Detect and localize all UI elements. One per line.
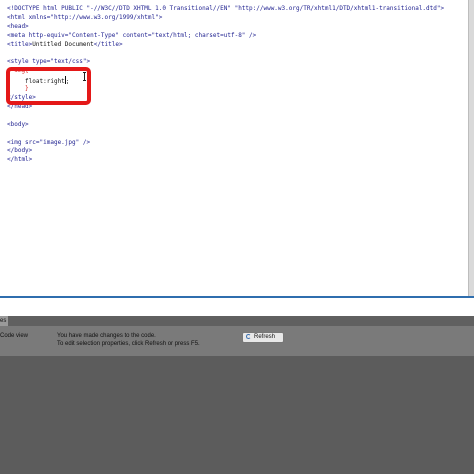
code-line[interactable]: <body> bbox=[7, 121, 29, 129]
editor-scrollbar[interactable] bbox=[468, 0, 474, 296]
code-view-label: Code view bbox=[0, 333, 29, 339]
text-cursor-icon bbox=[83, 72, 86, 81]
code-editor[interactable]: <!DOCTYPE html PUBLIC "-//W3C//DTD XHTML… bbox=[0, 0, 468, 296]
code-token: Untitled Document bbox=[32, 40, 94, 48]
properties-tab[interactable]: es bbox=[0, 316, 8, 326]
refresh-hint: To edit selection properties, click Refr… bbox=[57, 341, 200, 347]
code-line[interactable]: <head> bbox=[7, 23, 29, 31]
code-token: <meta http-equiv="Content-Type" content=… bbox=[7, 31, 257, 39]
code-line[interactable]: <style type="text/css"> bbox=[7, 58, 90, 66]
properties-panel-header[interactable] bbox=[0, 316, 474, 326]
css-rule-highlight bbox=[6, 67, 91, 105]
code-line[interactable]: </html> bbox=[7, 156, 32, 164]
code-token: </body> bbox=[7, 147, 33, 155]
code-token: <style type="text/css"> bbox=[7, 58, 91, 66]
code-token: <title> bbox=[7, 40, 33, 48]
code-line[interactable]: </body> bbox=[7, 147, 32, 155]
code-token: </html> bbox=[7, 156, 33, 164]
refresh-button-label: Refresh bbox=[254, 334, 276, 340]
code-line[interactable]: <meta http-equiv="Content-Type" content=… bbox=[7, 32, 256, 40]
code-token: <html xmlns="http://www.w3.org/1999/xhtm… bbox=[7, 13, 163, 21]
code-line[interactable]: <title>Untitled Document</title> bbox=[7, 41, 123, 49]
code-token: <body> bbox=[7, 120, 29, 128]
code-line[interactable]: <html xmlns="http://www.w3.org/1999/xhtm… bbox=[7, 14, 162, 22]
code-token: <head> bbox=[7, 22, 29, 30]
code-token: <img src="image.jpg" /> bbox=[7, 138, 91, 146]
refresh-icon bbox=[246, 334, 251, 339]
editor-bottom-area bbox=[0, 298, 474, 316]
code-line[interactable]: <img src="image.jpg" /> bbox=[7, 139, 90, 147]
code-token: </title> bbox=[93, 40, 123, 48]
code-token: <!DOCTYPE html PUBLIC "-//W3C//DTD XHTML… bbox=[7, 5, 445, 12]
code-line[interactable]: <!DOCTYPE html PUBLIC "-//W3C//DTD XHTML… bbox=[7, 5, 444, 13]
changes-message: You have made changes to the code. bbox=[57, 333, 156, 339]
refresh-button[interactable]: Refresh bbox=[242, 332, 284, 343]
